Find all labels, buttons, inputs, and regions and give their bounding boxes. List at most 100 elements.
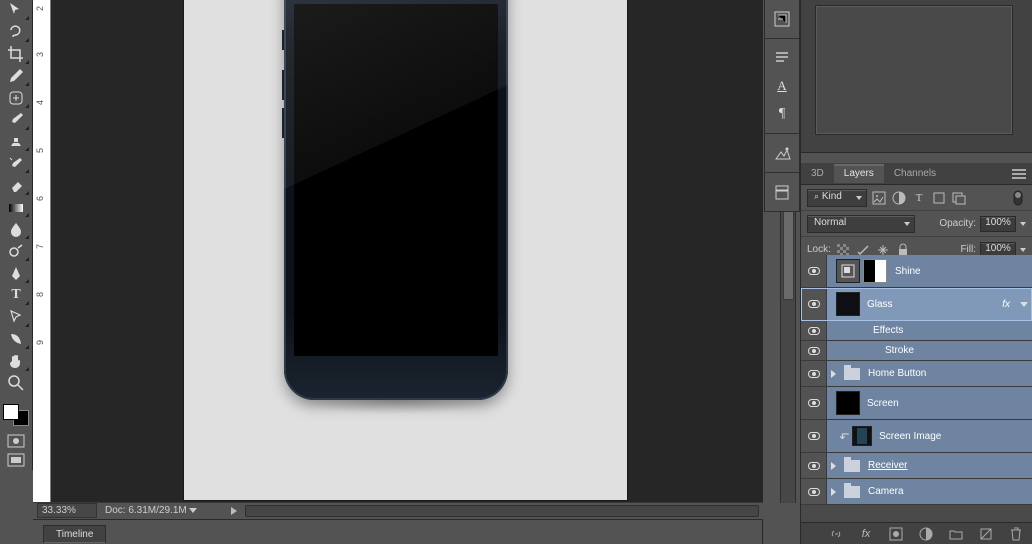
eyedropper-tool[interactable]	[3, 66, 30, 87]
screen-mode[interactable]	[3, 451, 30, 470]
doc-info-arrow[interactable]	[189, 508, 197, 513]
panel-tabs: 3D Layers Channels	[801, 163, 1032, 185]
timeline-tab[interactable]: Timeline	[43, 525, 106, 543]
adjustments-panel-icon[interactable]	[767, 140, 797, 166]
layer-filter-row: ⌕ Kind T	[801, 185, 1032, 211]
color-swatches[interactable]	[3, 404, 29, 427]
navigator-preview[interactable]	[815, 5, 1013, 135]
blend-mode-select[interactable]: Normal	[807, 215, 915, 233]
layer-name[interactable]: Camera	[864, 486, 1032, 497]
layer-name[interactable]: Shine	[891, 266, 1032, 277]
healing-brush-tool[interactable]	[3, 88, 30, 109]
filter-toggle-switch[interactable]	[1010, 190, 1026, 206]
eraser-tool[interactable]	[3, 175, 30, 196]
layer-thumb[interactable]	[852, 426, 872, 446]
opacity-dropdown-icon[interactable]	[1020, 222, 1026, 226]
zoom-tool[interactable]	[3, 373, 30, 394]
link-layers-icon[interactable]	[828, 526, 844, 542]
pen-tool[interactable]	[3, 263, 30, 284]
opacity-field[interactable]: 100%	[980, 216, 1016, 232]
visibility-toggle[interactable]	[801, 341, 827, 360]
layer-name[interactable]: Glass	[863, 299, 1002, 310]
layer-name[interactable]: Home Button	[864, 368, 1032, 379]
play-icon[interactable]	[231, 507, 237, 515]
fx-badge[interactable]: fx	[1002, 299, 1010, 310]
layer-screen-image[interactable]: ↳ Screen Image	[801, 420, 1032, 453]
foreground-color-swatch[interactable]	[3, 404, 19, 420]
move-tool[interactable]	[3, 0, 30, 21]
visibility-toggle[interactable]	[801, 361, 827, 386]
new-layer-icon[interactable]	[978, 526, 994, 542]
tab-3d[interactable]: 3D	[801, 164, 834, 183]
panel-menu-icon[interactable]	[1012, 169, 1032, 179]
history-brush-tool[interactable]	[3, 153, 30, 174]
blur-tool[interactable]	[3, 219, 30, 240]
filter-smart-icon[interactable]	[951, 190, 967, 206]
layer-name[interactable]: Screen	[863, 398, 1032, 409]
fx-toggle-icon[interactable]	[1020, 302, 1028, 307]
type-tool[interactable]: T	[3, 285, 30, 306]
group-toggle-icon[interactable]	[831, 370, 836, 378]
visibility-toggle[interactable]	[801, 255, 827, 287]
delete-layer-icon[interactable]	[1008, 526, 1024, 542]
crop-tool[interactable]	[3, 44, 30, 65]
gradient-tool[interactable]	[3, 197, 30, 218]
fill-dropdown-icon[interactable]	[1020, 248, 1026, 252]
filter-shape-icon[interactable]	[931, 190, 947, 206]
layer-glass[interactable]: Glass fx	[801, 288, 1032, 321]
hand-tool[interactable]	[3, 351, 30, 372]
layer-group-receiver[interactable]: Receiver	[801, 453, 1032, 479]
dodge-tool[interactable]	[3, 241, 30, 262]
paragraph-panel-icon[interactable]	[767, 45, 797, 71]
layer-glass-stroke[interactable]: Stroke	[801, 341, 1032, 361]
visibility-toggle[interactable]	[801, 420, 827, 452]
history-panel-icon[interactable]	[767, 6, 797, 32]
eye-icon	[808, 432, 820, 440]
tool-palette: T	[0, 0, 33, 470]
library-panel-icon[interactable]	[767, 179, 797, 205]
path-select-tool[interactable]	[3, 307, 30, 328]
character-panel-icon[interactable]: A	[767, 73, 797, 99]
quick-mask-mode[interactable]	[3, 432, 30, 451]
zoom-level[interactable]: 33.33%	[37, 503, 97, 518]
lasso-tool[interactable]	[3, 22, 30, 43]
folder-icon	[844, 460, 860, 472]
group-toggle-icon[interactable]	[831, 462, 836, 470]
filter-type-icon[interactable]: T	[911, 190, 927, 206]
visibility-toggle[interactable]	[801, 288, 827, 320]
visibility-toggle[interactable]	[801, 453, 827, 478]
tab-channels[interactable]: Channels	[884, 164, 946, 183]
layer-group-home-button[interactable]: Home Button	[801, 361, 1032, 387]
fill-label: Fill:	[960, 244, 976, 255]
layer-group-camera[interactable]: Camera	[801, 479, 1032, 505]
visibility-toggle[interactable]	[801, 387, 827, 419]
layer-shine[interactable]: Shine	[801, 255, 1032, 288]
add-mask-icon[interactable]	[888, 526, 904, 542]
layer-glass-effects[interactable]: Effects	[801, 321, 1032, 341]
layer-mask-thumb[interactable]	[863, 259, 887, 283]
shape-tool[interactable]	[3, 329, 30, 350]
layer-style-icon[interactable]: fx	[858, 526, 874, 542]
layer-name[interactable]: Receiver	[864, 460, 1032, 471]
visibility-toggle[interactable]	[801, 321, 827, 340]
layer-thumb[interactable]	[836, 391, 860, 415]
canvas[interactable]	[51, 0, 763, 503]
clone-stamp-tool[interactable]	[3, 132, 30, 153]
filter-adjust-icon[interactable]	[891, 190, 907, 206]
layer-thumb[interactable]	[836, 292, 860, 316]
horizontal-scrollbar[interactable]	[245, 505, 759, 517]
paragraph-style-icon[interactable]: ¶	[767, 101, 797, 127]
vector-thumb[interactable]	[836, 259, 860, 283]
new-group-icon[interactable]	[948, 526, 964, 542]
layer-screen[interactable]: Screen	[801, 387, 1032, 420]
layer-name[interactable]: Screen Image	[875, 431, 1032, 442]
tab-layers[interactable]: Layers	[834, 164, 884, 183]
adjustment-layer-icon[interactable]	[918, 526, 934, 542]
filter-pixel-icon[interactable]	[871, 190, 887, 206]
filter-kind-select[interactable]: ⌕ Kind	[807, 189, 867, 207]
brush-tool[interactable]	[3, 110, 30, 131]
eye-icon	[808, 370, 820, 378]
group-toggle-icon[interactable]	[831, 488, 836, 496]
visibility-toggle[interactable]	[801, 479, 827, 504]
timeline-panel: Timeline	[33, 519, 763, 544]
